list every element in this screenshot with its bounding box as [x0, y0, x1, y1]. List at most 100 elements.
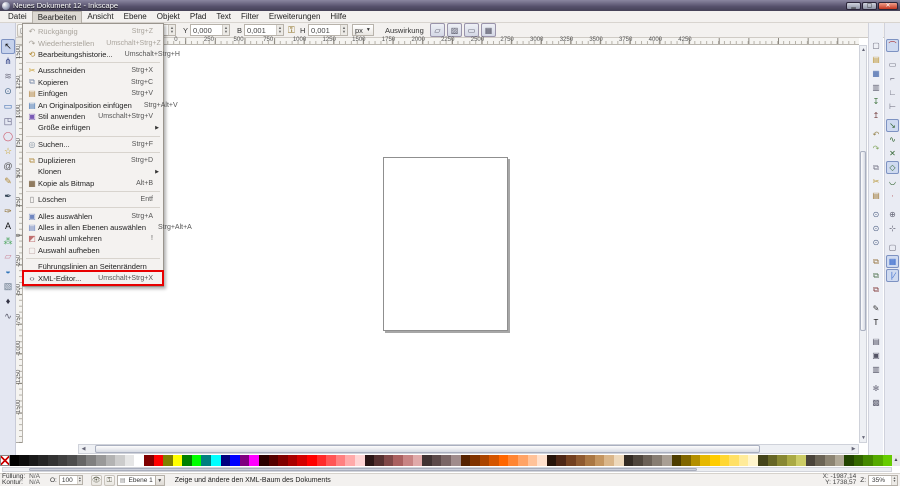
menu-item[interactable]: ⧉ Kopieren Strg+C — [24, 77, 162, 88]
color-swatch[interactable] — [413, 455, 423, 466]
menu-item[interactable]: ▤ Einfügen Strg+V — [24, 88, 162, 99]
color-swatch[interactable] — [154, 455, 164, 466]
color-swatch[interactable] — [556, 455, 566, 466]
minimize-button[interactable]: ▁ — [846, 2, 861, 10]
menu-item[interactable]: ▤ Alles in allen Ebenen auswählen Strg+A… — [24, 222, 162, 233]
color-swatch[interactable] — [182, 455, 192, 466]
color-swatch[interactable] — [297, 455, 307, 466]
color-swatch[interactable] — [374, 455, 384, 466]
height-input[interactable]: 0,001▲▼ — [308, 24, 348, 36]
command-button[interactable] — [870, 377, 883, 381]
snap-button[interactable]: ⊹ — [886, 222, 899, 235]
color-swatch[interactable] — [432, 455, 442, 466]
command-button[interactable]: ▥ — [870, 363, 883, 376]
color-swatch[interactable] — [240, 455, 250, 466]
color-swatch[interactable] — [48, 455, 58, 466]
color-swatch[interactable] — [173, 455, 183, 466]
tool-button[interactable]: ∿ — [1, 309, 15, 324]
color-swatch[interactable] — [604, 455, 614, 466]
maximize-button[interactable]: ▢ — [862, 2, 877, 10]
color-swatch[interactable] — [863, 455, 873, 466]
command-button[interactable]: ▣ — [870, 349, 883, 362]
color-swatch[interactable] — [614, 455, 624, 466]
width-input[interactable]: 0,001▲▼ — [244, 24, 284, 36]
document-page[interactable] — [383, 157, 508, 331]
tool-button[interactable]: ⊙ — [1, 84, 15, 99]
color-swatch[interactable] — [576, 455, 586, 466]
tool-button[interactable]: ✒ — [1, 189, 15, 204]
menu-item[interactable]: ↶ Rückgängig Strg+Z — [24, 26, 162, 37]
command-button[interactable]: ✎ — [870, 302, 883, 315]
vertical-scroll-thumb[interactable] — [860, 151, 866, 331]
command-button[interactable]: ⧉ — [870, 255, 883, 268]
color-swatch[interactable] — [249, 455, 259, 466]
move-gradients-toggle[interactable]: ▱ — [430, 23, 445, 37]
color-swatch[interactable] — [10, 455, 20, 466]
horizontal-scrollbar[interactable]: ◀ ▶ — [78, 444, 859, 454]
snap-button[interactable]: ▭ — [886, 58, 899, 71]
snap-button[interactable]: ⌐ — [886, 72, 899, 85]
snap-button[interactable] — [886, 53, 899, 57]
command-button[interactable]: ✂ — [870, 175, 883, 188]
color-swatch[interactable] — [317, 455, 327, 466]
color-swatch[interactable] — [672, 455, 682, 466]
color-swatch[interactable] — [825, 455, 835, 466]
command-button[interactable] — [870, 123, 883, 127]
snap-button[interactable] — [886, 236, 899, 240]
command-button[interactable]: T — [870, 316, 883, 329]
color-swatch[interactable] — [528, 455, 538, 466]
command-button[interactable]: ▥ — [870, 81, 883, 94]
color-swatch[interactable] — [499, 455, 509, 466]
color-swatch[interactable] — [307, 455, 317, 466]
snap-button[interactable]: ∙ — [886, 189, 899, 202]
color-swatch[interactable] — [422, 455, 432, 466]
color-swatch[interactable] — [403, 455, 413, 466]
color-swatch[interactable] — [758, 455, 768, 466]
snap-button[interactable]: ⌒ — [886, 39, 899, 52]
color-swatch[interactable] — [278, 455, 288, 466]
scale-stroke-toggle[interactable]: ▭ — [464, 23, 479, 37]
color-swatch[interactable] — [144, 455, 154, 466]
tool-button[interactable]: ≋ — [1, 69, 15, 84]
snap-button[interactable]: ∟ — [886, 86, 899, 99]
color-swatch[interactable] — [38, 455, 48, 466]
color-swatch[interactable] — [537, 455, 547, 466]
color-swatch[interactable] — [336, 455, 346, 466]
menu-item[interactable]: ⟲ Bearbeitungshistorie... Umschalt+Strg+… — [24, 49, 162, 60]
tool-button[interactable]: ✎ — [1, 174, 15, 189]
close-button[interactable]: ✕ — [878, 2, 898, 10]
command-button[interactable]: ⊙ — [870, 208, 883, 221]
color-swatch[interactable] — [106, 455, 116, 466]
menu-item[interactable]: ↷ Wiederherstellen Umschalt+Strg+Z — [24, 37, 162, 48]
color-swatch[interactable] — [163, 455, 173, 466]
command-button[interactable]: ⧉ — [870, 269, 883, 282]
color-swatch[interactable] — [259, 455, 269, 466]
color-swatch[interactable] — [221, 455, 231, 466]
command-button[interactable]: ▤ — [870, 189, 883, 202]
command-button[interactable]: ↥ — [870, 109, 883, 122]
menubar-item[interactable]: Text — [211, 11, 236, 23]
color-swatch[interactable] — [125, 455, 135, 466]
color-swatch[interactable] — [643, 455, 653, 466]
stroke-value[interactable]: N/A — [29, 480, 40, 486]
snap-button[interactable]: ⊕ — [886, 208, 899, 221]
palette-scroll-thumb[interactable] — [29, 468, 697, 471]
color-swatch[interactable] — [681, 455, 691, 466]
color-swatch[interactable] — [384, 455, 394, 466]
menubar-item[interactable]: Filter — [236, 11, 264, 23]
scroll-down-icon[interactable]: ▼ — [860, 434, 867, 442]
tool-button[interactable]: ♦ — [1, 294, 15, 309]
color-swatch[interactable] — [134, 455, 144, 466]
snap-button[interactable]: ∣∕ — [886, 269, 899, 282]
color-swatch[interactable] — [115, 455, 125, 466]
move-patterns-toggle[interactable]: ▨ — [447, 23, 462, 37]
unit-dropdown[interactable]: px▼ — [352, 24, 374, 36]
menubar-item[interactable]: Erweiterungen — [264, 11, 326, 23]
color-swatch[interactable] — [393, 455, 403, 466]
snap-button[interactable]: ⊢ — [886, 100, 899, 113]
color-swatch[interactable] — [844, 455, 854, 466]
color-swatch[interactable] — [748, 455, 758, 466]
tool-button[interactable]: ▱ — [1, 249, 15, 264]
color-swatch[interactable] — [326, 455, 336, 466]
tool-button[interactable]: @ — [1, 159, 15, 174]
